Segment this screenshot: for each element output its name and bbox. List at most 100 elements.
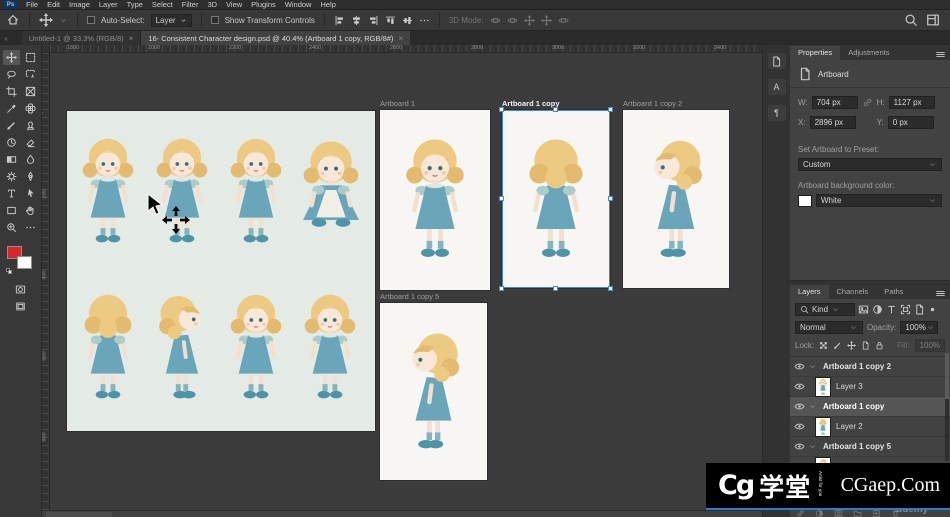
menu-help[interactable]: Help bbox=[320, 0, 335, 9]
selection-handle[interactable] bbox=[499, 196, 504, 201]
brush-tool[interactable] bbox=[3, 118, 20, 133]
screen-mode-icon[interactable] bbox=[15, 301, 26, 312]
history-brush-tool[interactable] bbox=[3, 135, 20, 150]
blend-mode-dropdown[interactable]: Normal bbox=[795, 321, 863, 334]
fill-field[interactable]: 100% bbox=[914, 339, 946, 352]
opacity-field[interactable]: 100% bbox=[900, 321, 939, 334]
auto-select-checkbox[interactable] bbox=[87, 16, 95, 24]
lock-pixels-icon[interactable] bbox=[833, 341, 842, 350]
background-color-swatch[interactable] bbox=[16, 256, 32, 269]
spot-healing-tool[interactable] bbox=[22, 101, 39, 116]
artboard-bg-dropdown[interactable]: White bbox=[816, 194, 942, 207]
eyedropper-tool[interactable] bbox=[3, 101, 20, 116]
adjustment-layer-icon[interactable] bbox=[815, 509, 824, 517]
eye-icon[interactable] bbox=[794, 361, 805, 372]
move-tool-icon[interactable] bbox=[39, 13, 53, 27]
layer-row-layer-3[interactable]: Layer 3 bbox=[790, 376, 950, 397]
type-tool[interactable] bbox=[3, 186, 20, 201]
menu-3d[interactable]: 3D bbox=[207, 0, 217, 9]
menu-type[interactable]: Type bbox=[127, 0, 143, 9]
artboard-preset-dropdown[interactable]: Custom bbox=[798, 158, 942, 171]
artboard-label[interactable]: Artboard 1 bbox=[380, 99, 415, 108]
filter-pixel-layers-icon[interactable] bbox=[858, 304, 869, 315]
menu-file[interactable]: File bbox=[26, 0, 38, 9]
align-horizontal-centers-icon[interactable] bbox=[351, 15, 362, 26]
layer-row-artboard-1-copy-2[interactable]: Artboard 1 copy 2 bbox=[790, 357, 950, 377]
eraser-tool[interactable] bbox=[22, 135, 39, 150]
artboard-label[interactable]: Artboard 1 copy 5 bbox=[380, 292, 439, 301]
selection-handle[interactable] bbox=[608, 286, 613, 291]
width-field[interactable]: 704 px bbox=[811, 96, 858, 109]
eye-icon[interactable] bbox=[794, 381, 805, 392]
canvas-area[interactable]: 1800 2000 2200 2400 2600 2800 3000 3200 … bbox=[42, 45, 762, 517]
gradient-tool[interactable] bbox=[3, 152, 20, 167]
menu-plugins[interactable]: Plugins bbox=[251, 0, 276, 9]
tab-layers[interactable]: Layers bbox=[790, 285, 829, 299]
height-field[interactable]: 1127 px bbox=[888, 96, 935, 109]
search-icon[interactable] bbox=[904, 13, 918, 27]
x-field[interactable]: 2896 px bbox=[809, 116, 856, 129]
hand-tool[interactable] bbox=[22, 203, 39, 218]
menu-view[interactable]: View bbox=[226, 0, 242, 9]
lock-artboard-icon[interactable] bbox=[861, 341, 870, 350]
layer-row-artboard-1-copy-5[interactable]: Artboard 1 copy 5 bbox=[790, 437, 950, 457]
filter-adjustment-layers-icon[interactable] bbox=[872, 304, 883, 315]
filter-shape-layers-icon[interactable] bbox=[900, 304, 911, 315]
close-tab-icon[interactable]: × bbox=[129, 34, 134, 43]
tab-channels[interactable]: Channels bbox=[829, 285, 877, 299]
artboard-1-copy-5[interactable] bbox=[380, 303, 487, 480]
chevron-down-icon[interactable] bbox=[808, 402, 817, 411]
character-panel-icon[interactable]: A bbox=[767, 79, 786, 95]
tab-adjustments[interactable]: Adjustments bbox=[840, 46, 897, 60]
lock-position-icon[interactable] bbox=[847, 341, 857, 350]
menu-window[interactable]: Window bbox=[285, 0, 312, 9]
layer-filter-dropdown[interactable]: Kind bbox=[795, 303, 855, 316]
properties-panel-icon[interactable] bbox=[767, 53, 786, 69]
artboard-label[interactable]: Artboard 1 copy 2 bbox=[623, 99, 682, 108]
home-icon[interactable] bbox=[6, 13, 20, 27]
default-colors-icon[interactable] bbox=[5, 268, 12, 274]
zoom-level-field[interactable] bbox=[46, 512, 112, 517]
menu-edit[interactable]: Edit bbox=[47, 0, 60, 9]
align-top-edges-icon[interactable] bbox=[385, 15, 396, 26]
marquee-tool[interactable] bbox=[22, 50, 39, 65]
artboard-1-copy-2[interactable] bbox=[623, 110, 729, 288]
close-tab-icon[interactable]: × bbox=[398, 34, 403, 43]
tab-paths[interactable]: Paths bbox=[876, 285, 911, 299]
selection-handle[interactable] bbox=[553, 286, 558, 291]
clone-stamp-tool[interactable] bbox=[22, 118, 39, 133]
align-vertical-centers-icon[interactable] bbox=[402, 15, 413, 26]
object-selection-tool[interactable] bbox=[22, 67, 39, 82]
panel-menu-icon[interactable] bbox=[935, 49, 946, 60]
tab-properties[interactable]: Properties bbox=[790, 46, 841, 60]
show-transform-checkbox[interactable] bbox=[210, 16, 219, 24]
crop-tool[interactable] bbox=[3, 84, 20, 99]
selection-handle[interactable] bbox=[553, 107, 558, 112]
eye-icon[interactable] bbox=[794, 441, 805, 452]
more-align-options-icon[interactable] bbox=[419, 15, 430, 26]
menu-select[interactable]: Select bbox=[152, 0, 173, 9]
lock-all-icon[interactable] bbox=[875, 341, 884, 350]
quick-mask-icon[interactable] bbox=[15, 284, 26, 295]
new-group-icon[interactable] bbox=[853, 509, 862, 517]
zoom-tool[interactable] bbox=[3, 220, 20, 235]
align-left-edges-icon[interactable] bbox=[334, 15, 345, 26]
filter-toggle-icon[interactable] bbox=[928, 305, 937, 314]
lasso-tool[interactable] bbox=[3, 67, 20, 82]
artboard-label-selected[interactable]: Artboard 1 copy bbox=[502, 99, 560, 108]
artboard-character-sheet[interactable] bbox=[67, 111, 375, 431]
y-field[interactable]: 0 px bbox=[887, 116, 934, 129]
menu-filter[interactable]: Filter bbox=[182, 0, 199, 9]
tool-preset-chevron-icon[interactable] bbox=[59, 16, 68, 25]
link-layers-icon[interactable] bbox=[796, 509, 805, 517]
paragraph-panel-icon[interactable]: ¶ bbox=[767, 105, 786, 121]
selection-handle[interactable] bbox=[499, 286, 504, 291]
align-right-edges-icon[interactable] bbox=[368, 15, 379, 26]
filter-type-layers-icon[interactable] bbox=[886, 304, 897, 315]
selection-handle[interactable] bbox=[608, 196, 613, 201]
layer-mask-icon[interactable] bbox=[834, 509, 843, 517]
edit-toolbar-button[interactable] bbox=[22, 220, 39, 235]
eye-icon[interactable] bbox=[794, 401, 805, 412]
filter-smart-objects-icon[interactable] bbox=[914, 304, 925, 315]
chevron-down-icon[interactable] bbox=[808, 442, 817, 451]
